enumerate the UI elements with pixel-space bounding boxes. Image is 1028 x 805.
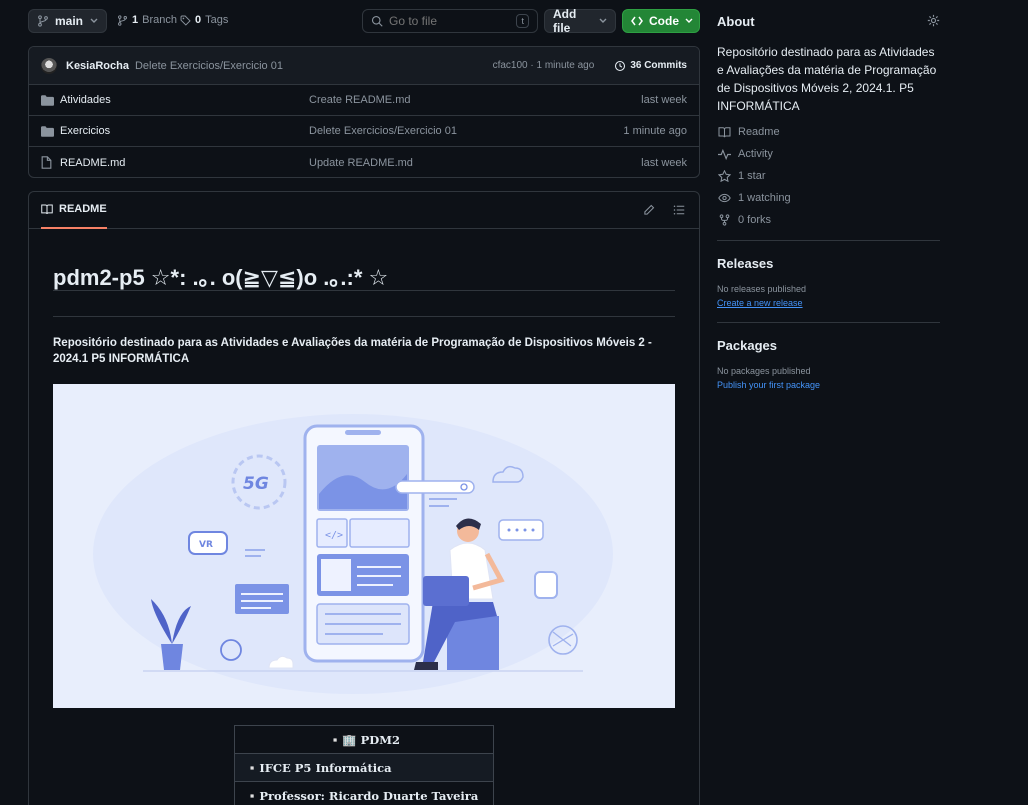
book-icon bbox=[41, 204, 53, 215]
commits-count: 36 Commits bbox=[630, 60, 687, 71]
branches-link[interactable]: 1 Branch bbox=[117, 14, 177, 26]
eye-icon bbox=[718, 193, 731, 203]
chevron-down-icon bbox=[599, 18, 607, 24]
commit-message[interactable]: Delete Exercicios/Exercicio 01 bbox=[135, 60, 283, 72]
file-row[interactable]: Atividades Create README.md last week bbox=[29, 85, 699, 116]
file-commit-message[interactable]: Create README.md bbox=[309, 94, 410, 106]
gear-icon[interactable] bbox=[927, 14, 940, 27]
releases-heading[interactable]: Releases bbox=[717, 256, 773, 271]
tag-icon bbox=[180, 15, 191, 26]
readme-link[interactable]: Readme bbox=[718, 126, 780, 138]
forks-count: 0 forks bbox=[738, 214, 772, 226]
readme-header: README bbox=[29, 192, 699, 229]
book-icon bbox=[718, 126, 731, 138]
readme-tab-label: README bbox=[59, 203, 107, 215]
avatar[interactable] bbox=[41, 57, 57, 74]
file-name[interactable]: README.md bbox=[60, 157, 125, 169]
tag-count: 0 bbox=[195, 14, 202, 26]
branch-name: main bbox=[55, 14, 84, 28]
readme-description: Repositório destinado para as Atividades… bbox=[53, 337, 652, 365]
packages-heading[interactable]: Packages bbox=[717, 338, 777, 353]
file-name[interactable]: Atividades bbox=[60, 94, 111, 106]
branch-count: 1 bbox=[132, 14, 139, 26]
file-date: last week bbox=[641, 94, 687, 106]
readme-info-table: ▫️🏢 PDM2 ▫️IFCE P5 Informática ▫️Profess… bbox=[234, 725, 494, 805]
stars-link[interactable]: 1 star bbox=[718, 170, 766, 182]
releases-empty-text: No releases published bbox=[717, 284, 807, 294]
activity-link[interactable]: Activity bbox=[718, 148, 773, 160]
file-name[interactable]: Exercicios bbox=[60, 125, 110, 137]
pencil-icon[interactable] bbox=[643, 204, 655, 216]
repo-forked-icon bbox=[718, 214, 731, 226]
file-row[interactable]: README.md Update README.md last week bbox=[29, 147, 699, 177]
commit-hash-time[interactable]: cfac100 · 1 minute ago bbox=[493, 60, 595, 71]
history-icon bbox=[614, 60, 626, 72]
branch-label: Branch bbox=[142, 14, 177, 26]
divider bbox=[717, 240, 940, 241]
about-heading: About bbox=[717, 14, 755, 29]
packages-empty-text: No packages published bbox=[717, 366, 811, 376]
commits-link[interactable]: 36 Commits bbox=[614, 60, 687, 72]
svg-text:</>: </> bbox=[325, 530, 343, 541]
file-row[interactable]: Exercicios Delete Exercicios/Exercicio 0… bbox=[29, 116, 699, 147]
file-icon bbox=[41, 156, 52, 169]
star-icon bbox=[718, 170, 731, 182]
tab-readme[interactable]: README bbox=[41, 192, 107, 229]
activity-link-label: Activity bbox=[738, 148, 773, 160]
table-row: ▫️IFCE P5 Informática bbox=[235, 754, 493, 782]
search-icon bbox=[371, 15, 383, 27]
latest-commit-bar: KesiaRocha Delete Exercicios/Exercicio 0… bbox=[29, 47, 699, 85]
commit-author[interactable]: KesiaRocha bbox=[66, 60, 129, 72]
create-release-link[interactable]: Create a new release bbox=[717, 298, 803, 308]
chevron-down-icon bbox=[90, 18, 98, 24]
code-icon bbox=[631, 16, 643, 26]
folder-icon bbox=[41, 125, 54, 137]
divider bbox=[717, 322, 940, 323]
publish-package-link[interactable]: Publish your first package bbox=[717, 380, 820, 390]
vr-label: VR bbox=[199, 540, 213, 550]
folder-icon bbox=[41, 94, 54, 106]
divider bbox=[53, 290, 675, 291]
file-browser: KesiaRocha Delete Exercicios/Exercicio 0… bbox=[28, 46, 700, 178]
chevron-down-icon bbox=[685, 18, 693, 24]
pulse-icon bbox=[718, 148, 731, 160]
table-header: ▫️🏢 PDM2 bbox=[235, 726, 493, 754]
add-file-label: Add file bbox=[553, 7, 577, 35]
watchers-link[interactable]: 1 watching bbox=[718, 192, 791, 204]
five-g-badge: 5G bbox=[243, 474, 269, 494]
file-commit-message[interactable]: Update README.md bbox=[309, 157, 413, 169]
table-row: ▫️Professor: Ricardo Duarte Taveira bbox=[235, 782, 493, 805]
stars-count: 1 star bbox=[738, 170, 766, 182]
go-to-file-search[interactable]: t bbox=[362, 9, 538, 33]
forks-link[interactable]: 0 forks bbox=[718, 214, 771, 226]
readme-title: pdm2-p5 ☆*: .｡. o(≧▽≦)o .｡.:* ☆ bbox=[53, 265, 389, 290]
watchers-count: 1 watching bbox=[738, 192, 791, 204]
tag-label: Tags bbox=[205, 14, 229, 26]
readme-banner-image: </> 5G VR bbox=[53, 384, 675, 708]
branch-selector-button[interactable]: main bbox=[28, 9, 107, 33]
file-date: 1 minute ago bbox=[623, 125, 687, 137]
file-commit-message[interactable]: Delete Exercicios/Exercicio 01 bbox=[309, 125, 457, 137]
readme-panel: README pdm2-p5 ☆*: .｡. o(≧▽≦)o .｡.:* ☆ R… bbox=[28, 191, 700, 805]
tags-link[interactable]: 0 Tags bbox=[180, 14, 228, 26]
git-branch-icon bbox=[117, 14, 128, 26]
about-description: Repositório destinado para as Atividades… bbox=[717, 45, 937, 113]
outline-list-icon[interactable] bbox=[673, 204, 685, 216]
add-file-button[interactable]: Add file bbox=[544, 7, 616, 35]
code-label: Code bbox=[649, 14, 679, 28]
keyboard-shortcut-hint: t bbox=[516, 14, 529, 28]
divider bbox=[53, 316, 675, 317]
code-button[interactable]: Code bbox=[622, 9, 700, 33]
git-branch-icon bbox=[37, 15, 49, 27]
readme-link-label: Readme bbox=[738, 126, 780, 138]
go-to-file-input[interactable] bbox=[389, 14, 509, 28]
file-date: last week bbox=[641, 156, 687, 169]
